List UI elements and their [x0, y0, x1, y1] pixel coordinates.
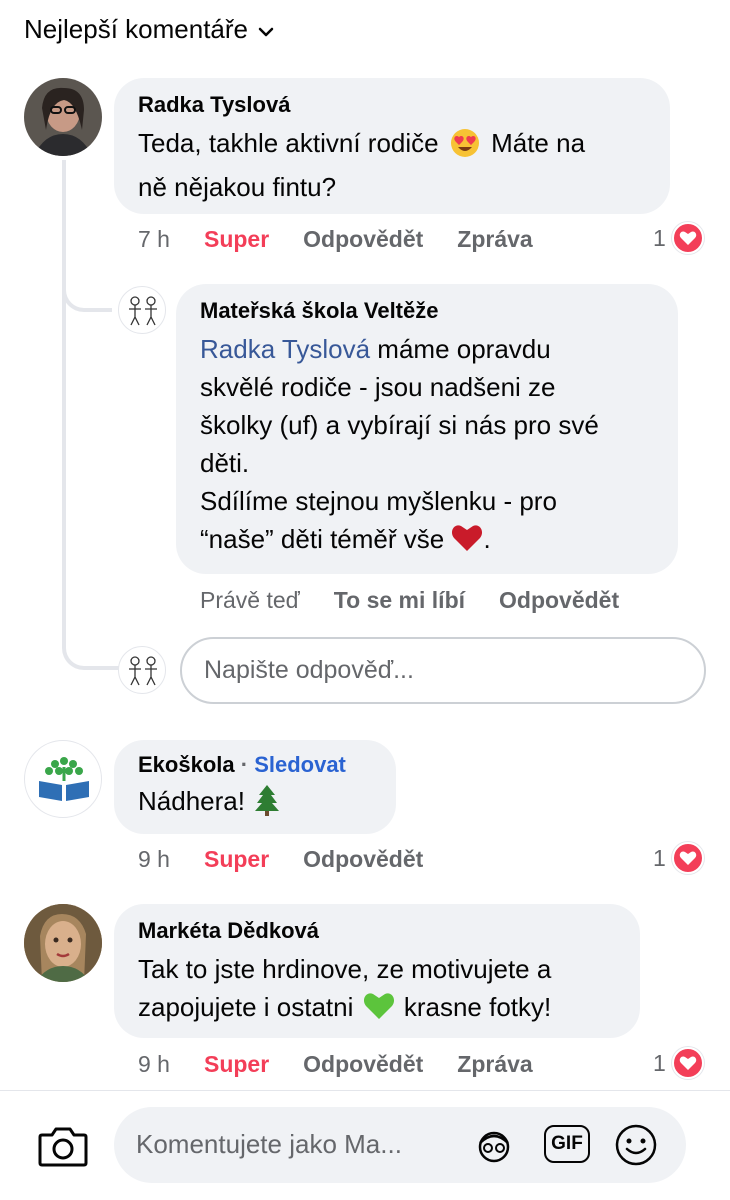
avatar: [118, 646, 166, 694]
comment-bubble: Markéta Dědková Tak to jste hrdinove, ze…: [114, 904, 640, 1038]
sort-label: Nejlepší komentáře: [24, 14, 248, 44]
love-reaction-icon: [671, 842, 704, 874]
reply-button[interactable]: Odpovědět: [499, 587, 619, 614]
avatar[interactable]: [24, 78, 102, 156]
avatar[interactable]: [24, 904, 102, 982]
comment-input[interactable]: Komentujete jako Ma... GIF: [114, 1107, 686, 1183]
comment-text: Nádhera!: [138, 784, 372, 823]
reply-button[interactable]: Odpovědět: [303, 1051, 423, 1078]
comment-author[interactable]: Ekoškola: [138, 752, 235, 777]
reply-button[interactable]: Odpovědět: [303, 226, 423, 253]
avatar[interactable]: [24, 740, 102, 818]
love-reaction-icon: [671, 222, 704, 254]
love-reaction-icon: [671, 1047, 704, 1079]
message-button[interactable]: Zpráva: [457, 1051, 532, 1078]
red-heart-emoji-icon: [451, 524, 483, 562]
thread-branch-line: [62, 250, 112, 312]
reply-bubble: Mateřská škola Veltěže Radka Tyslová mám…: [176, 284, 678, 574]
reply-time[interactable]: Právě teď: [200, 587, 300, 614]
comment-actions: 9 h Super Odpovědět Zpráva: [138, 1051, 533, 1078]
comment-text: Teda, takhle aktivní rodiče Máte na ně n…: [138, 128, 586, 202]
reply-text: Radka Tyslová máme opravdu skvělé rodiče…: [200, 330, 654, 562]
follow-link[interactable]: Sledovat: [254, 752, 346, 777]
thread-connector-line: [62, 160, 122, 670]
reply-author[interactable]: Mateřská škola Veltěže: [200, 298, 654, 324]
reaction-summary[interactable]: 1: [653, 842, 704, 874]
comment-time[interactable]: 9 h: [138, 1051, 170, 1078]
super-reaction-button[interactable]: Super: [204, 846, 269, 873]
comment-text: Tak to jste hrdinove, ze motivujete a za…: [138, 950, 616, 1030]
reaction-count: 1: [653, 844, 666, 871]
comment-author[interactable]: Radka Tyslová: [138, 92, 646, 118]
reaction-summary[interactable]: 1: [653, 1047, 704, 1079]
separator-dot: ·: [240, 752, 249, 777]
comment-bubble: Ekoškola · Sledovat Nádhera!: [114, 740, 396, 834]
tree-emoji-icon: [252, 784, 282, 823]
comment-author-row: Ekoškola · Sledovat: [138, 752, 372, 778]
reaction-summary[interactable]: 1: [653, 222, 704, 254]
reply-actions: Právě teď To se mi líbí Odpovědět: [200, 587, 619, 614]
mention-link[interactable]: Radka Tyslová: [200, 334, 370, 364]
message-button[interactable]: Zpráva: [457, 226, 532, 253]
comment-composer-bar: Komentujete jako Ma... GIF: [0, 1090, 730, 1200]
reply-input-placeholder: Napište odpověď...: [204, 656, 414, 684]
comment-actions: 9 h Super Odpovědět: [138, 846, 457, 873]
avatar-sticker-icon[interactable]: [472, 1127, 516, 1168]
heart-eyes-emoji-icon: [450, 128, 480, 168]
super-reaction-button[interactable]: Super: [204, 226, 269, 253]
comment-bubble: Radka Tyslová Teda, takhle aktivní rodič…: [114, 78, 670, 214]
comment-input-placeholder: Komentujete jako Ma...: [136, 1129, 402, 1159]
emoji-icon[interactable]: [614, 1123, 658, 1172]
reaction-count: 1: [653, 224, 666, 251]
green-heart-emoji-icon: [363, 992, 395, 1030]
reply-input[interactable]: Napište odpověď...: [180, 637, 706, 704]
comment-time[interactable]: 9 h: [138, 846, 170, 873]
avatar[interactable]: [118, 286, 166, 334]
gif-icon[interactable]: GIF: [544, 1125, 590, 1163]
like-button[interactable]: To se mi líbí: [334, 587, 465, 614]
comment-actions: 7 h Super Odpovědět Zpráva: [138, 226, 533, 253]
comment-time[interactable]: 7 h: [138, 226, 170, 253]
reaction-count: 1: [653, 1049, 666, 1076]
comment-author[interactable]: Markéta Dědková: [138, 918, 616, 944]
chevron-down-icon: [258, 21, 274, 42]
camera-icon[interactable]: [38, 1125, 88, 1172]
reply-button[interactable]: Odpovědět: [303, 846, 423, 873]
super-reaction-button[interactable]: Super: [204, 1051, 269, 1078]
comments-sort-dropdown[interactable]: Nejlepší komentáře: [24, 14, 274, 45]
